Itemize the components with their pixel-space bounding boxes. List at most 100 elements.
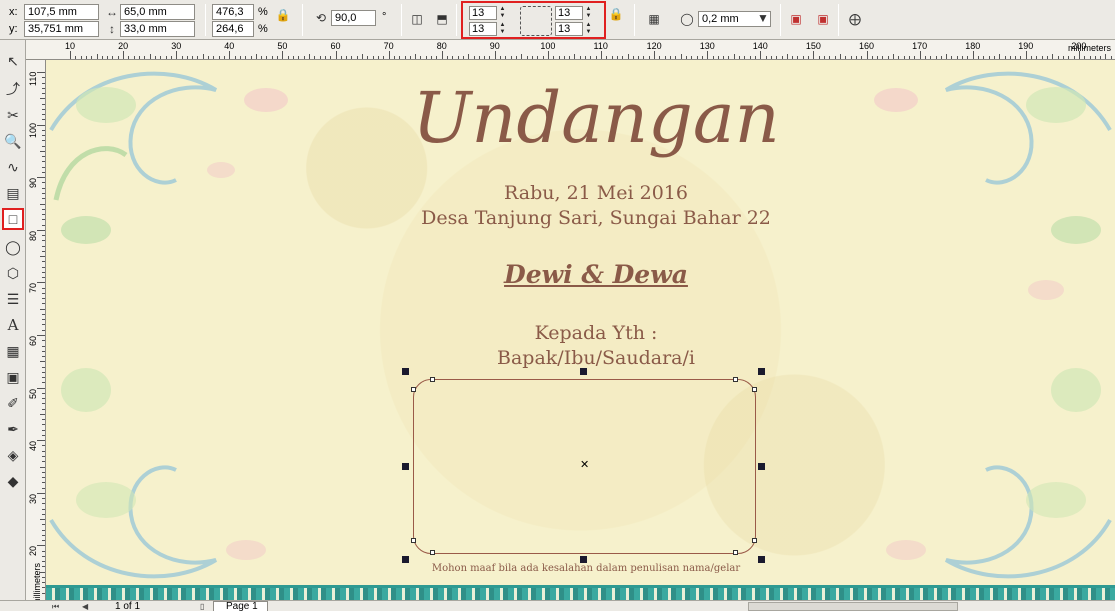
wrap-text-icon[interactable]: ▦ (644, 10, 664, 28)
pick-tool-icon[interactable]: ↖ (2, 50, 24, 72)
scale-x-input[interactable]: 476,3 (212, 4, 254, 20)
selection-handle[interactable] (402, 556, 409, 563)
date-text[interactable]: Rabu, 21 Mei 2016 (376, 182, 816, 204)
footnote-text[interactable]: Mohon maaf bila ada kesalahan dalam penu… (376, 563, 796, 575)
selection-handle[interactable] (580, 556, 587, 563)
ruler-tick (537, 56, 539, 59)
lock-corners-icon[interactable]: 🔒 (609, 7, 624, 21)
scale-y-input[interactable]: 264,6 (212, 21, 254, 37)
basic-shapes-icon[interactable]: ☰ (2, 288, 24, 310)
corner-node[interactable] (752, 538, 757, 543)
ruler-tick (42, 266, 45, 268)
ruler-tick (42, 192, 45, 194)
corner-radius-top-left[interactable]: 13 (469, 6, 497, 20)
ruler-tick (42, 103, 45, 105)
spin-arrows-icon[interactable]: ▲ ▼ (584, 6, 593, 20)
page-tab[interactable]: Page 1 (213, 601, 268, 611)
to-back-icon[interactable]: ▣ (814, 10, 832, 28)
ellipse-tool-icon[interactable]: ◯ (2, 236, 24, 258)
blend-tool-icon[interactable]: ▣ (2, 366, 24, 388)
ruler-number: 80 (436, 41, 447, 51)
recipient-text[interactable]: Bapak/Ibu/Saudara/i (426, 347, 766, 369)
spin-arrows-icon[interactable]: ▲ ▼ (498, 22, 507, 36)
convert-to-curves-icon[interactable]: ⨁ (846, 10, 864, 28)
eyedropper-icon[interactable]: ✐ (2, 392, 24, 414)
center-x-icon[interactable]: ✕ (580, 460, 589, 471)
corner-radius-bottom-right[interactable]: 13 (555, 22, 583, 36)
ruler-tick (914, 56, 916, 59)
ruler-tick (569, 56, 571, 59)
couple-names[interactable]: Dewi & Dewa (426, 260, 766, 290)
add-page-icon[interactable]: ▯ (200, 601, 204, 611)
ruler-tick (638, 56, 640, 59)
x-position-input[interactable]: 107,5 mm (24, 4, 99, 20)
text-tool-icon[interactable]: A (2, 314, 24, 336)
outline-pen-icon[interactable]: ✒ (2, 418, 24, 440)
corner-node[interactable] (752, 387, 757, 392)
ruler-tick (393, 56, 395, 59)
interactive-fill-icon[interactable]: ◆ (2, 470, 24, 492)
height-input[interactable]: 33,0 mm (120, 21, 195, 37)
corner-node[interactable] (430, 550, 435, 555)
rotation-input[interactable]: 90,0 (331, 10, 376, 26)
horizontal-scrollbar[interactable] (748, 602, 958, 611)
document-navigator: ⏮ ◀ 1 of 1 ▯ Page 1 (0, 600, 1115, 611)
prev-page-icon[interactable]: ◀ (82, 601, 88, 611)
spin-arrows-icon[interactable]: ▲ ▼ (498, 6, 507, 20)
selection-handle[interactable] (402, 463, 409, 470)
chevron-down-icon[interactable]: ▼ (757, 12, 769, 24)
selection-handle[interactable] (758, 463, 765, 470)
corner-node[interactable] (733, 550, 738, 555)
ruler-number: 170 (912, 41, 928, 51)
freehand-tool-icon[interactable]: ∿ (2, 156, 24, 178)
crop-tool-icon[interactable]: ✂ (2, 104, 24, 126)
ruler-tick (622, 56, 624, 59)
ruler-number: 100 (540, 41, 556, 51)
selection-handle[interactable] (758, 368, 765, 375)
kepada-text[interactable]: Kepada Yth : (426, 322, 766, 344)
ruler-tick (940, 56, 942, 59)
corner-node[interactable] (733, 377, 738, 382)
spin-arrows-icon[interactable]: ▲ ▼ (584, 22, 593, 36)
width-input[interactable]: 65,0 mm (120, 4, 195, 20)
ruler-tick (606, 56, 608, 59)
corner-radius-bottom-left[interactable]: 13 (469, 22, 497, 36)
ruler-number: 90 (489, 41, 500, 51)
smart-fill-icon[interactable]: ▤ (2, 182, 24, 204)
ruler-tick (871, 56, 873, 59)
invitation-title[interactable]: Undangan (366, 78, 826, 158)
selection-handle[interactable] (402, 368, 409, 375)
mirror-vertical-icon[interactable]: ⬒ (433, 10, 451, 28)
ruler-tick (314, 56, 316, 59)
ruler-number: 130 (699, 41, 715, 51)
zoom-tool-icon[interactable]: 🔍 (2, 130, 24, 152)
vertical-ruler[interactable]: 110 100 90 80 70 60 50 40 30 20 (26, 60, 46, 600)
rectangle-tool-icon[interactable]: □ (2, 208, 24, 230)
ruler-tick (1068, 56, 1070, 59)
corner-node[interactable] (430, 377, 435, 382)
ruler-tick (468, 54, 470, 59)
polygon-tool-icon[interactable]: ⬡ (2, 262, 24, 284)
mirror-horizontal-icon[interactable]: ◫ (408, 10, 426, 28)
y-position-input[interactable]: 35,751 mm (24, 21, 99, 37)
ruler-tick (659, 56, 661, 59)
ruler-tick (802, 56, 804, 59)
table-tool-icon[interactable]: ▦ (2, 340, 24, 362)
shape-tool-icon[interactable]: ⤴ (2, 78, 24, 100)
decorative-border-strip (46, 585, 1115, 600)
fill-tool-icon[interactable]: ◈ (2, 444, 24, 466)
lock-ratio-icon[interactable]: 🔒 (276, 8, 291, 22)
ruler-tick (42, 187, 45, 189)
ruler-tick (287, 56, 289, 59)
ruler-tick (877, 56, 879, 59)
selection-handle[interactable] (580, 368, 587, 375)
drawing-canvas[interactable]: Undangan Rabu, 21 Mei 2016 Desa Tanjung … (46, 60, 1115, 600)
selection-handle[interactable] (758, 556, 765, 563)
first-page-icon[interactable]: ⏮ (52, 601, 59, 611)
corner-radius-top-right[interactable]: 13 (555, 6, 583, 20)
place-text[interactable]: Desa Tanjung Sari, Sungai Bahar 22 (376, 207, 816, 229)
corner-node[interactable] (411, 387, 416, 392)
horizontal-ruler[interactable]: millimeters 10 20 30 40 50 60 70 80 90 100 110 120 1… (26, 40, 1115, 60)
corner-node[interactable] (411, 538, 416, 543)
to-front-icon[interactable]: ▣ (787, 10, 805, 28)
